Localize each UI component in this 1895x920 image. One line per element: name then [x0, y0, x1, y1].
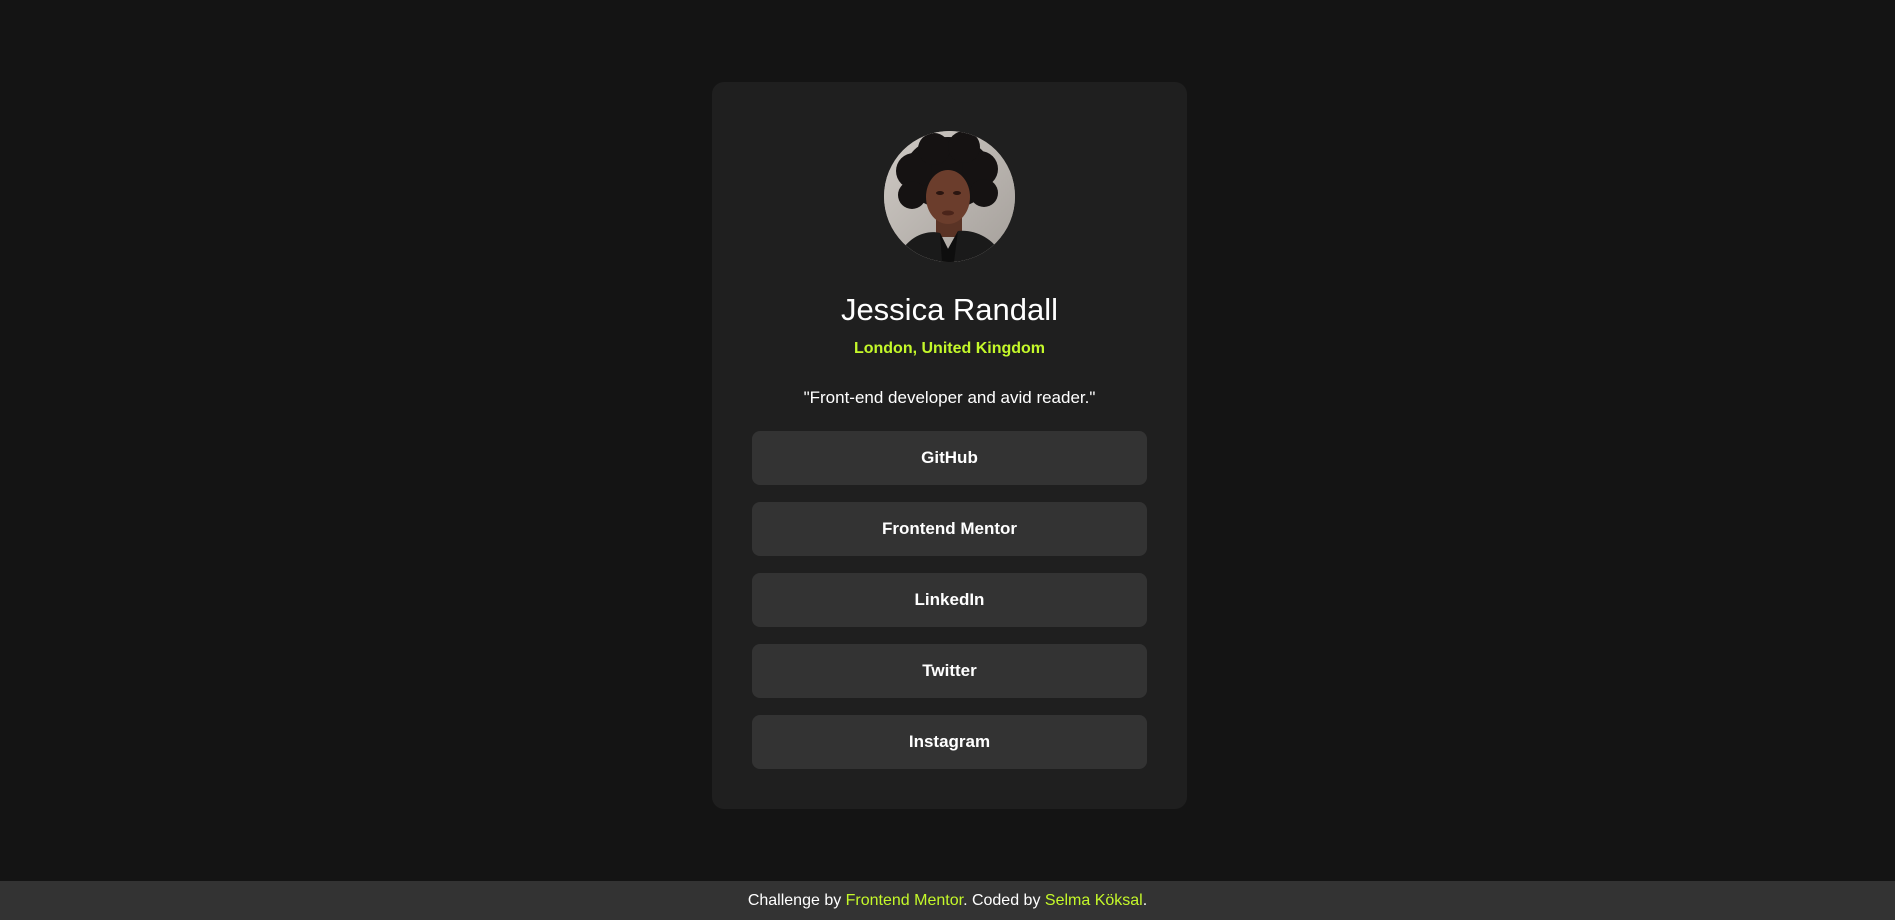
instagram-link-button[interactable]: Instagram [752, 715, 1147, 769]
profile-name: Jessica Randall [840, 292, 1059, 327]
avatar [884, 131, 1015, 262]
github-link-button[interactable]: GitHub [752, 431, 1147, 485]
page: Jessica Randall London, United Kingdom "… [0, 0, 1895, 920]
footer-author-link[interactable]: Selma Köksal [1045, 892, 1143, 909]
twitter-link-button[interactable]: Twitter [752, 644, 1147, 698]
attribution-footer: Challenge by Frontend Mentor. Coded by S… [0, 881, 1895, 920]
social-links-list: GitHub Frontend Mentor LinkedIn Twitter … [752, 431, 1147, 786]
linkedin-link-button[interactable]: LinkedIn [752, 573, 1147, 627]
footer-challenge-link[interactable]: Frontend Mentor [846, 892, 963, 909]
footer-prefix: Challenge by [747, 892, 846, 909]
footer-middle: . Coded by [963, 892, 1045, 909]
profile-location: London, United Kingdom [853, 340, 1046, 357]
profile-bio: "Front-end developer and avid reader." [803, 388, 1096, 407]
profile-card: Jessica Randall London, United Kingdom "… [712, 82, 1187, 809]
frontend-mentor-link-button[interactable]: Frontend Mentor [752, 502, 1147, 556]
footer-suffix: . [1142, 892, 1148, 909]
avatar-portrait-image [884, 131, 1015, 262]
